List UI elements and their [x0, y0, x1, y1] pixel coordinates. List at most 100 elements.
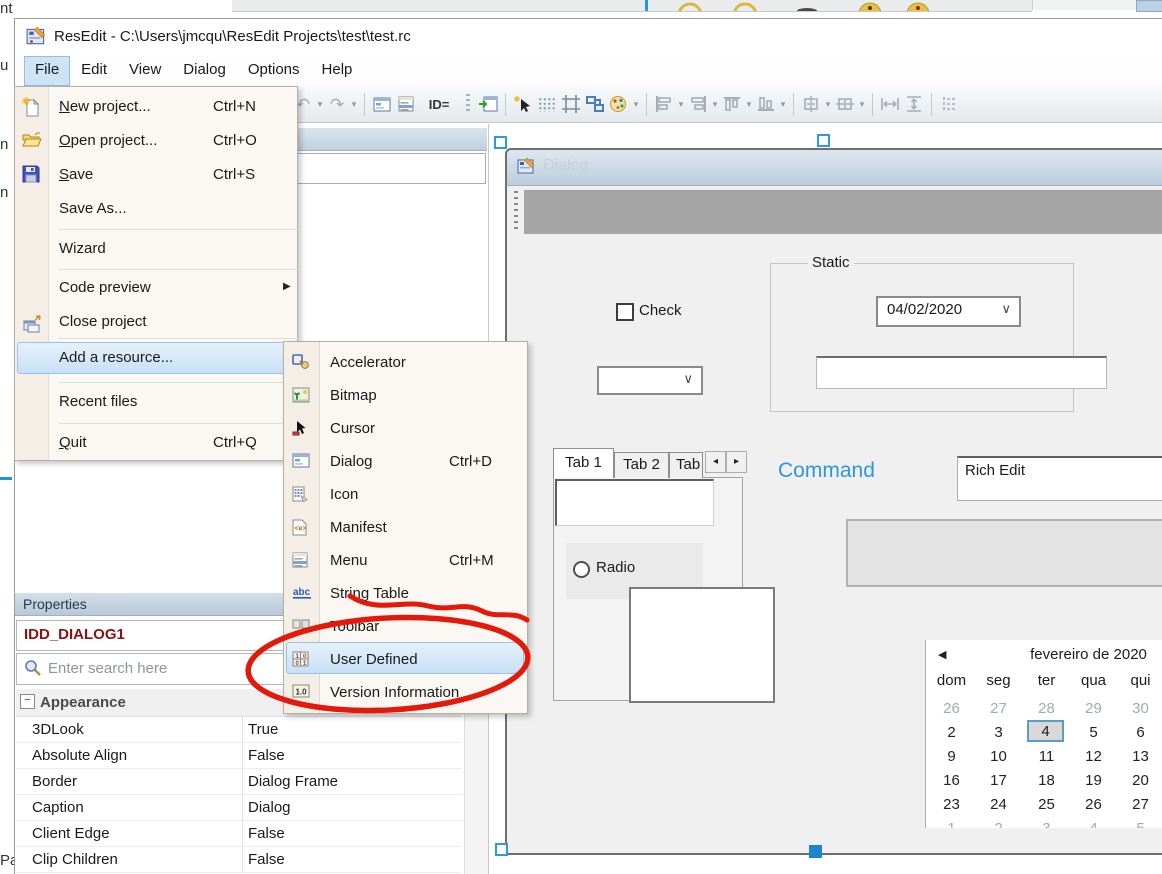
test-dialog-icon[interactable]	[476, 92, 500, 116]
grid-toggle-icon[interactable]	[535, 92, 559, 116]
submenu-item-user-defined[interactable]: 1001 User Defined	[284, 644, 527, 676]
submenu-item-toolbar[interactable]: Toolbar	[284, 611, 527, 643]
selection-handle[interactable]	[495, 843, 508, 856]
calendar-day[interactable]: 3	[975, 724, 1022, 746]
new-dialog-icon[interactable]	[370, 92, 394, 116]
calendar-day[interactable]: 1	[928, 820, 975, 828]
center-horizontal-dropdown-icon[interactable]: ▾	[823, 99, 833, 110]
align-bottom-dropdown-icon[interactable]: ▾	[778, 99, 788, 110]
month-calendar-control[interactable]: ◀ fevereiro de 2020 dom seg ter qua qui …	[925, 640, 1162, 828]
property-value[interactable]: False	[248, 747, 285, 764]
calendar-day[interactable]: 23	[928, 796, 975, 818]
select-pointer-icon[interactable]	[511, 92, 535, 116]
property-value[interactable]: Dialog	[248, 799, 291, 816]
calendar-day[interactable]: 16	[928, 772, 975, 794]
calendar-day[interactable]: 24	[975, 796, 1022, 818]
clipped-toolbar-icon[interactable]	[937, 92, 961, 116]
submenu-item-cursor[interactable]: Cursor	[284, 413, 527, 445]
tab-scroll-left-icon[interactable]: ◂	[705, 451, 726, 473]
new-menu-icon[interactable]	[394, 92, 418, 116]
calendar-day[interactable]: 25	[1023, 796, 1070, 818]
property-value[interactable]: Dialog Frame	[248, 773, 338, 790]
calendar-day[interactable]: 5	[1117, 820, 1162, 828]
calendar-day[interactable]: 13	[1117, 748, 1162, 770]
align-top-icon[interactable]	[720, 92, 744, 116]
menu-file[interactable]: File	[24, 56, 70, 86]
menu-item-new-project[interactable]: New project... Ctrl+N	[15, 91, 297, 123]
calendar-day[interactable]: 12	[1070, 748, 1117, 770]
align-right-dropdown-icon[interactable]: ▾	[710, 99, 720, 110]
calendar-day[interactable]: 19	[1070, 772, 1117, 794]
calendar-day[interactable]: 27	[1117, 796, 1162, 818]
redo-icon[interactable]: ↷	[325, 92, 349, 116]
submenu-item-manifest[interactable]: <e> Manifest	[284, 512, 527, 544]
tab-scroll-right-icon[interactable]: ▸	[726, 451, 747, 473]
calendar-day[interactable]: 2	[928, 724, 975, 746]
same-width-icon[interactable]	[878, 92, 902, 116]
menu-item-save-as[interactable]: Save As...	[15, 193, 297, 225]
id-equals-button[interactable]: ID=	[418, 92, 460, 116]
calendar-day[interactable]: 5	[1070, 724, 1117, 746]
submenu-item-bitmap[interactable]: Bitmap	[284, 380, 527, 412]
group-box-control[interactable]	[770, 263, 1074, 412]
calendar-selected-day[interactable]: 4	[1027, 720, 1064, 742]
menu-item-close-project[interactable]: Close project	[15, 306, 297, 338]
calendar-day[interactable]: 27	[975, 700, 1022, 722]
selection-handle[interactable]	[817, 134, 830, 147]
calendar-day[interactable]: 10	[975, 748, 1022, 770]
menu-help[interactable]: Help	[311, 56, 364, 86]
calendar-day[interactable]: 11	[1023, 748, 1070, 770]
align-bottom-icon[interactable]	[754, 92, 778, 116]
calendar-day[interactable]: 4	[1070, 820, 1117, 828]
submenu-item-icon[interactable]: Icon	[284, 479, 527, 511]
menu-item-quit[interactable]: Quit Ctrl+Q	[15, 427, 297, 459]
tab-page-edit-control[interactable]	[555, 479, 714, 526]
menu-item-add-a-resource[interactable]: Add a resource... ▶	[15, 342, 297, 374]
calendar-day[interactable]: 9	[928, 748, 975, 770]
tab-3[interactable]: Tab	[669, 452, 703, 478]
property-value[interactable]: True	[248, 721, 278, 738]
property-value[interactable]: False	[248, 851, 285, 868]
calendar-day[interactable]: 29	[1070, 700, 1117, 722]
listbox-control[interactable]	[629, 587, 775, 703]
frame-guides-icon[interactable]	[559, 92, 583, 116]
center-vertical-dropdown-icon[interactable]: ▾	[857, 99, 867, 110]
palette-icon[interactable]	[607, 92, 631, 116]
align-left-dropdown-icon[interactable]: ▾	[676, 99, 686, 110]
menu-item-wizard[interactable]: Wizard	[15, 233, 297, 265]
calendar-day[interactable]: 17	[975, 772, 1022, 794]
calendar-day[interactable]: 2	[975, 820, 1022, 828]
toolbar-control-placeholder[interactable]	[524, 190, 1162, 234]
command-link-control[interactable]: Command	[778, 459, 875, 483]
edited-dialog-titlebar[interactable]	[505, 148, 1162, 186]
calendar-prev-icon[interactable]: ◀	[938, 648, 946, 661]
toolbar-grip[interactable]	[466, 94, 470, 114]
property-row[interactable]	[16, 768, 462, 795]
calendar-day[interactable]: 3	[1023, 820, 1070, 828]
combobox-control[interactable]: ∨	[597, 366, 703, 395]
center-vertical-icon[interactable]	[833, 92, 857, 116]
tab-1[interactable]: Tab 1	[553, 448, 614, 478]
collapse-icon[interactable]: −	[20, 694, 35, 709]
redo-dropdown-icon[interactable]: ▾	[349, 99, 359, 110]
menu-item-save[interactable]: Save Ctrl+S	[15, 159, 297, 191]
edit-control[interactable]	[816, 356, 1107, 389]
property-value[interactable]: False	[248, 825, 285, 842]
menu-item-open-project[interactable]: Open project... Ctrl+O	[15, 125, 297, 157]
tab-2[interactable]: Tab 2	[614, 452, 669, 478]
date-picker-control[interactable]: 04/02/2020 ∨	[876, 296, 1021, 327]
menu-dialog[interactable]: Dialog	[172, 56, 237, 86]
calendar-title[interactable]: fevereiro de 2020	[981, 646, 1162, 663]
submenu-item-accelerator[interactable]: Accelerator	[284, 347, 527, 379]
selection-handle-active[interactable]	[809, 845, 822, 858]
align-right-icon[interactable]	[686, 92, 710, 116]
calendar-day[interactable]: 6	[1117, 724, 1162, 746]
calendar-day[interactable]: 18	[1023, 772, 1070, 794]
check-control-box[interactable]	[616, 303, 634, 321]
calendar-day[interactable]: 30	[1117, 700, 1162, 722]
palette-dropdown-icon[interactable]: ▾	[631, 99, 641, 110]
menu-item-code-preview[interactable]: Code preview ▶	[15, 272, 297, 304]
menu-options[interactable]: Options	[237, 56, 311, 86]
menu-item-recent-files[interactable]: Recent files ▶	[15, 386, 297, 418]
submenu-item-version-information[interactable]: 1.0 Version Information	[284, 677, 527, 709]
